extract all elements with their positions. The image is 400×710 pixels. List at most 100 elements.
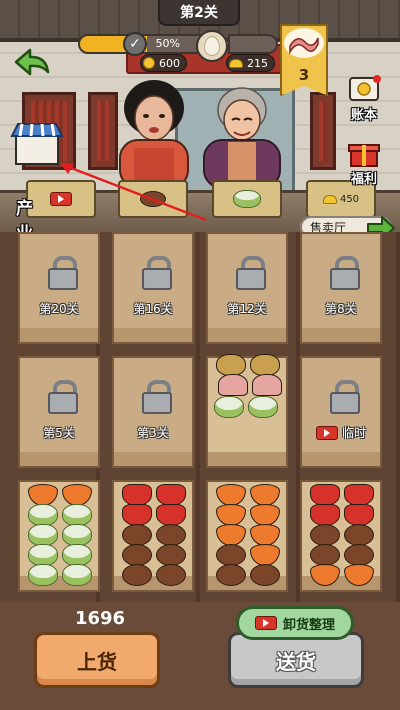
carrot-item[interactable] xyxy=(216,524,246,546)
bok-choy-item[interactable] xyxy=(248,396,278,418)
pepper-item[interactable] xyxy=(344,504,374,526)
notification-dot xyxy=(373,75,381,83)
lock-icon xyxy=(330,256,360,290)
storage-slot-2[interactable]: 第16关 xyxy=(112,232,194,344)
storage-slot-1[interactable]: 第20关 xyxy=(18,232,100,344)
welfare-label: 福利 xyxy=(350,172,377,187)
carrot-item[interactable] xyxy=(250,524,280,546)
welfare-button[interactable]: 福利 xyxy=(346,140,382,187)
sausage-item[interactable] xyxy=(122,564,152,586)
sausage-item[interactable] xyxy=(156,564,186,586)
bok-choy-item[interactable] xyxy=(62,524,92,546)
ham-item[interactable] xyxy=(252,374,282,396)
carrot-item[interactable] xyxy=(250,504,280,526)
potato-item[interactable] xyxy=(250,354,280,376)
carrot-item[interactable] xyxy=(344,564,374,586)
ledger-label: 账本 xyxy=(350,108,377,123)
sausage-item[interactable] xyxy=(156,544,186,566)
plate-price: 450 xyxy=(339,193,360,205)
slot-unlock-label: 第3关 xyxy=(137,426,169,440)
gift-icon xyxy=(348,144,380,167)
counter-plate-3[interactable] xyxy=(212,180,282,218)
bok-choy-item[interactable] xyxy=(62,564,92,586)
sausage-item[interactable] xyxy=(344,524,374,546)
slot-unlock-label: 第5关 xyxy=(43,426,75,440)
lock-icon xyxy=(48,380,78,414)
deliver-button[interactable]: 送货 xyxy=(228,632,364,688)
bok-choy-item[interactable] xyxy=(214,396,244,418)
pepper-item[interactable] xyxy=(156,504,186,526)
lock-icon xyxy=(142,256,172,290)
pepper-item[interactable] xyxy=(156,484,186,506)
storage-slot-4[interactable]: 第8关 xyxy=(300,232,382,344)
video-ad-icon xyxy=(315,425,338,440)
stock-count: 1696 xyxy=(74,608,126,629)
lock-icon xyxy=(142,380,172,414)
storage-slot-11[interactable] xyxy=(206,480,288,592)
lock-icon xyxy=(48,256,78,290)
bok-choy-icon xyxy=(233,190,261,208)
slot-unlock-label: 第8关 xyxy=(325,302,357,316)
pepper-item[interactable] xyxy=(122,484,152,506)
slot-unlock-label: 第20关 xyxy=(39,302,79,316)
goal-count: 3 xyxy=(298,66,310,84)
pepper-item[interactable] xyxy=(310,504,340,526)
bok-choy-item[interactable] xyxy=(62,544,92,566)
bok-choy-item[interactable] xyxy=(28,544,58,566)
gold-ingot-icon xyxy=(229,58,243,68)
slot-unlock-label: 第16关 xyxy=(133,302,173,316)
sausage-item[interactable] xyxy=(310,544,340,566)
carrot-item[interactable] xyxy=(28,484,58,506)
storage-slot-9[interactable] xyxy=(18,480,100,592)
sausage-item[interactable] xyxy=(216,564,246,586)
video-ad-icon xyxy=(254,616,277,630)
storage-slot-12[interactable] xyxy=(300,480,382,592)
sausage-item[interactable] xyxy=(122,524,152,546)
storage-slot-10[interactable] xyxy=(112,480,194,592)
bok-choy-item[interactable] xyxy=(62,504,92,526)
egg-icon xyxy=(204,36,220,56)
load-goods-label: 上货 xyxy=(77,649,117,674)
sausage-item[interactable] xyxy=(216,544,246,566)
ledger-icon xyxy=(349,75,381,101)
ham-item[interactable] xyxy=(218,374,248,396)
red-couplet-right xyxy=(310,92,336,170)
sausage-item[interactable] xyxy=(250,564,280,586)
carrot-item[interactable] xyxy=(62,484,92,506)
check-icon: ✓ xyxy=(123,32,147,56)
carrot-item[interactable] xyxy=(216,504,246,526)
bok-choy-item[interactable] xyxy=(28,504,58,526)
ingot-amount: 215 xyxy=(247,56,268,70)
pepper-item[interactable] xyxy=(122,504,152,526)
storage-slot-7[interactable] xyxy=(206,354,288,468)
carrot-item[interactable] xyxy=(250,544,280,566)
potato-item[interactable] xyxy=(216,354,246,376)
storage-slot-temp[interactable]: 临时 xyxy=(300,356,382,468)
pepper-item[interactable] xyxy=(310,484,340,506)
back-arrow-icon xyxy=(14,48,50,76)
progress-bar-end xyxy=(228,34,278,54)
storage-slot-6[interactable]: 第3关 xyxy=(112,356,194,468)
sausage-item[interactable] xyxy=(344,544,374,566)
unload-sort-label: 卸货整理 xyxy=(282,617,335,633)
carrot-item[interactable] xyxy=(310,564,340,586)
pepper-item[interactable] xyxy=(344,484,374,506)
sausage-item[interactable] xyxy=(122,544,152,566)
tutorial-hint-arrow xyxy=(60,163,207,222)
back-button[interactable] xyxy=(10,44,54,80)
lock-icon xyxy=(236,256,266,290)
slot-unlock-label: 第12关 xyxy=(227,302,267,316)
storage-slot-3[interactable]: 第12关 xyxy=(206,232,288,344)
egg-milestone xyxy=(196,30,228,62)
bok-choy-item[interactable] xyxy=(28,524,58,546)
sausage-item[interactable] xyxy=(310,524,340,546)
sausage-item[interactable] xyxy=(156,524,186,546)
carrot-item[interactable] xyxy=(250,484,280,506)
load-goods-button[interactable]: 上货 xyxy=(34,632,160,688)
coin-amount: 600 xyxy=(159,56,180,70)
unload-sort-button[interactable]: 卸货整理 xyxy=(236,606,354,640)
carrot-item[interactable] xyxy=(216,484,246,506)
bok-choy-item[interactable] xyxy=(28,564,58,586)
storage-slot-5[interactable]: 第5关 xyxy=(18,356,100,468)
ledger-button[interactable]: 账本 xyxy=(346,74,382,123)
